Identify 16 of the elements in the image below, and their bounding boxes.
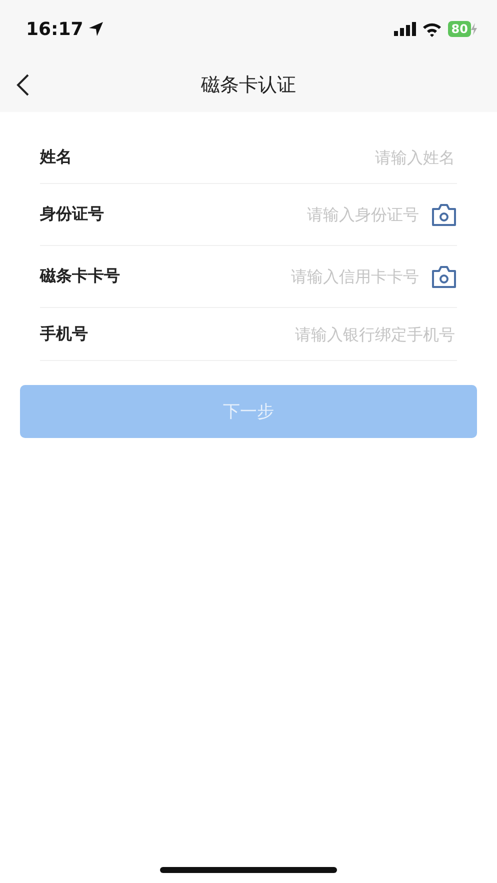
page-title: 磁条卡认证 — [201, 73, 296, 98]
input-field[interactable]: 请输入银行绑定手机号 — [237, 324, 457, 344]
field-label: 姓名 — [40, 147, 72, 168]
field-label: 身份证号 — [40, 204, 104, 225]
field-label: 手机号 — [40, 324, 88, 344]
status-time: 16:17 — [26, 18, 84, 40]
wifi-icon — [422, 22, 442, 36]
input-field[interactable]: 请输入信用卡卡号 — [201, 266, 421, 287]
camera-icon[interactable] — [431, 202, 457, 226]
field-label: 磁条卡卡号 — [40, 266, 120, 287]
input-field[interactable]: 请输入姓名 — [237, 147, 457, 168]
battery-level: 80 — [448, 21, 471, 37]
camera-icon[interactable] — [431, 264, 457, 288]
signal-icon — [394, 22, 416, 36]
input-field[interactable]: 请输入身份证号 — [201, 204, 421, 225]
location-arrow-icon — [88, 21, 104, 37]
